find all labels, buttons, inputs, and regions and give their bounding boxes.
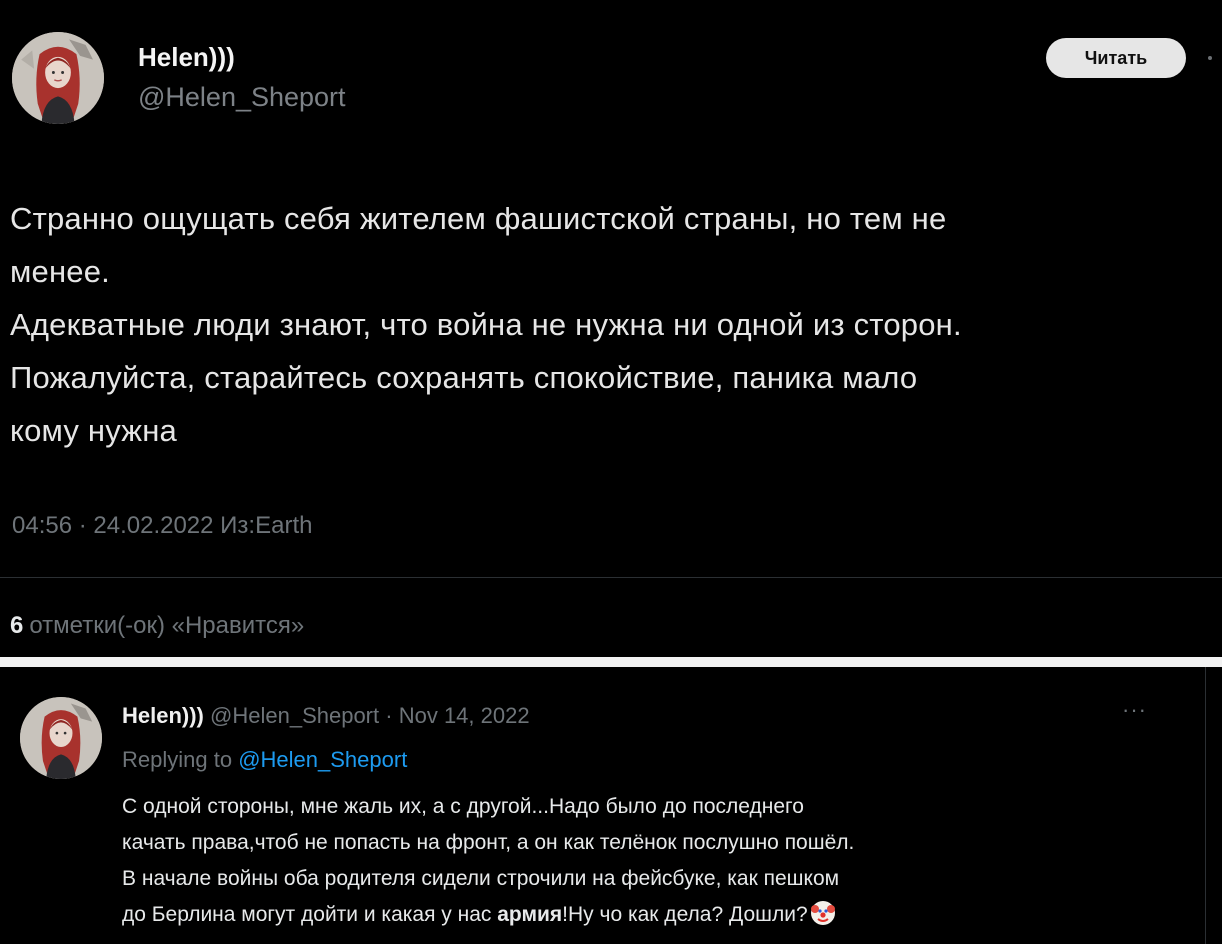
tweet-text: С одной стороны, мне жаль их, а с другой… [122, 789, 1212, 933]
tweet-text-line: С одной стороны, мне жаль их, а с другой… [122, 795, 804, 818]
tweet-text-line: Странно ощущать себя жителем фашистской … [10, 201, 947, 236]
bold-word: армия [497, 903, 563, 926]
display-name[interactable]: Helen))) [138, 42, 235, 73]
tweet-text-line: кому нужна [10, 413, 177, 448]
tweet-text-line: В начале войны оба родителя сидели строч… [122, 867, 840, 890]
replying-handle-link[interactable]: @Helen_Sheport [238, 747, 407, 772]
replying-to: Replying to @Helen_Sheport [122, 747, 407, 773]
avatar-illustration [20, 697, 102, 779]
more-options-icon[interactable]: ··· [1122, 697, 1147, 723]
likes-label: отметки(-ок) «Нравится» [29, 612, 305, 639]
header-separator: · [385, 703, 393, 728]
tweet-text-line: менее. [10, 254, 110, 289]
text-segment: !Ну чо как дела? Дошли? [562, 903, 808, 926]
more-icon-edge[interactable] [1208, 56, 1212, 60]
avatar[interactable] [12, 32, 104, 124]
likes-number: 6 [10, 612, 24, 639]
clown-face-icon [810, 900, 836, 926]
likes-count[interactable]: 6 отметки(-ок) «Нравится» [10, 612, 304, 640]
tweet-timestamp[interactable]: 04:56 · 24.02.2022 Из:Earth [12, 512, 312, 540]
screenshot-separator [0, 657, 1222, 667]
right-border [1205, 667, 1206, 944]
user-handle[interactable]: @Helen_Sheport [210, 703, 379, 728]
read-button[interactable]: Читать [1046, 38, 1186, 78]
tweet-date[interactable]: Nov 14, 2022 [399, 703, 530, 728]
user-handle[interactable]: @Helen_Sheport [138, 82, 346, 113]
replying-label: Replying to [122, 747, 233, 772]
text-segment: до Берлина могут дойти и какая у нас [122, 903, 498, 926]
tweet-text-line: качать права,чтоб не попасть на фронт, а… [122, 831, 855, 854]
tweet-text-line: Адекватные люди знают, что война не нужн… [10, 307, 962, 342]
divider [0, 577, 1222, 578]
avatar-illustration [12, 32, 104, 124]
avatar[interactable] [20, 697, 102, 779]
tweet-text: Странно ощущать себя жителем фашистской … [10, 192, 1210, 457]
display-name[interactable]: Helen))) [122, 703, 204, 728]
tweet-text-line-last: до Берлина могут дойти и какая у нас арм… [122, 897, 1212, 933]
tweet-text-line: Пожалуйста, старайтесь сохранять спокойс… [10, 360, 918, 395]
tweet-main: Helen))) @Helen_Sheport Читать Странно о… [0, 0, 1222, 657]
tweet-reply: Helen))) @Helen_Sheport · Nov 14, 2022 ·… [0, 667, 1222, 944]
tweet-header: Helen))) @Helen_Sheport · Nov 14, 2022 [122, 703, 530, 729]
